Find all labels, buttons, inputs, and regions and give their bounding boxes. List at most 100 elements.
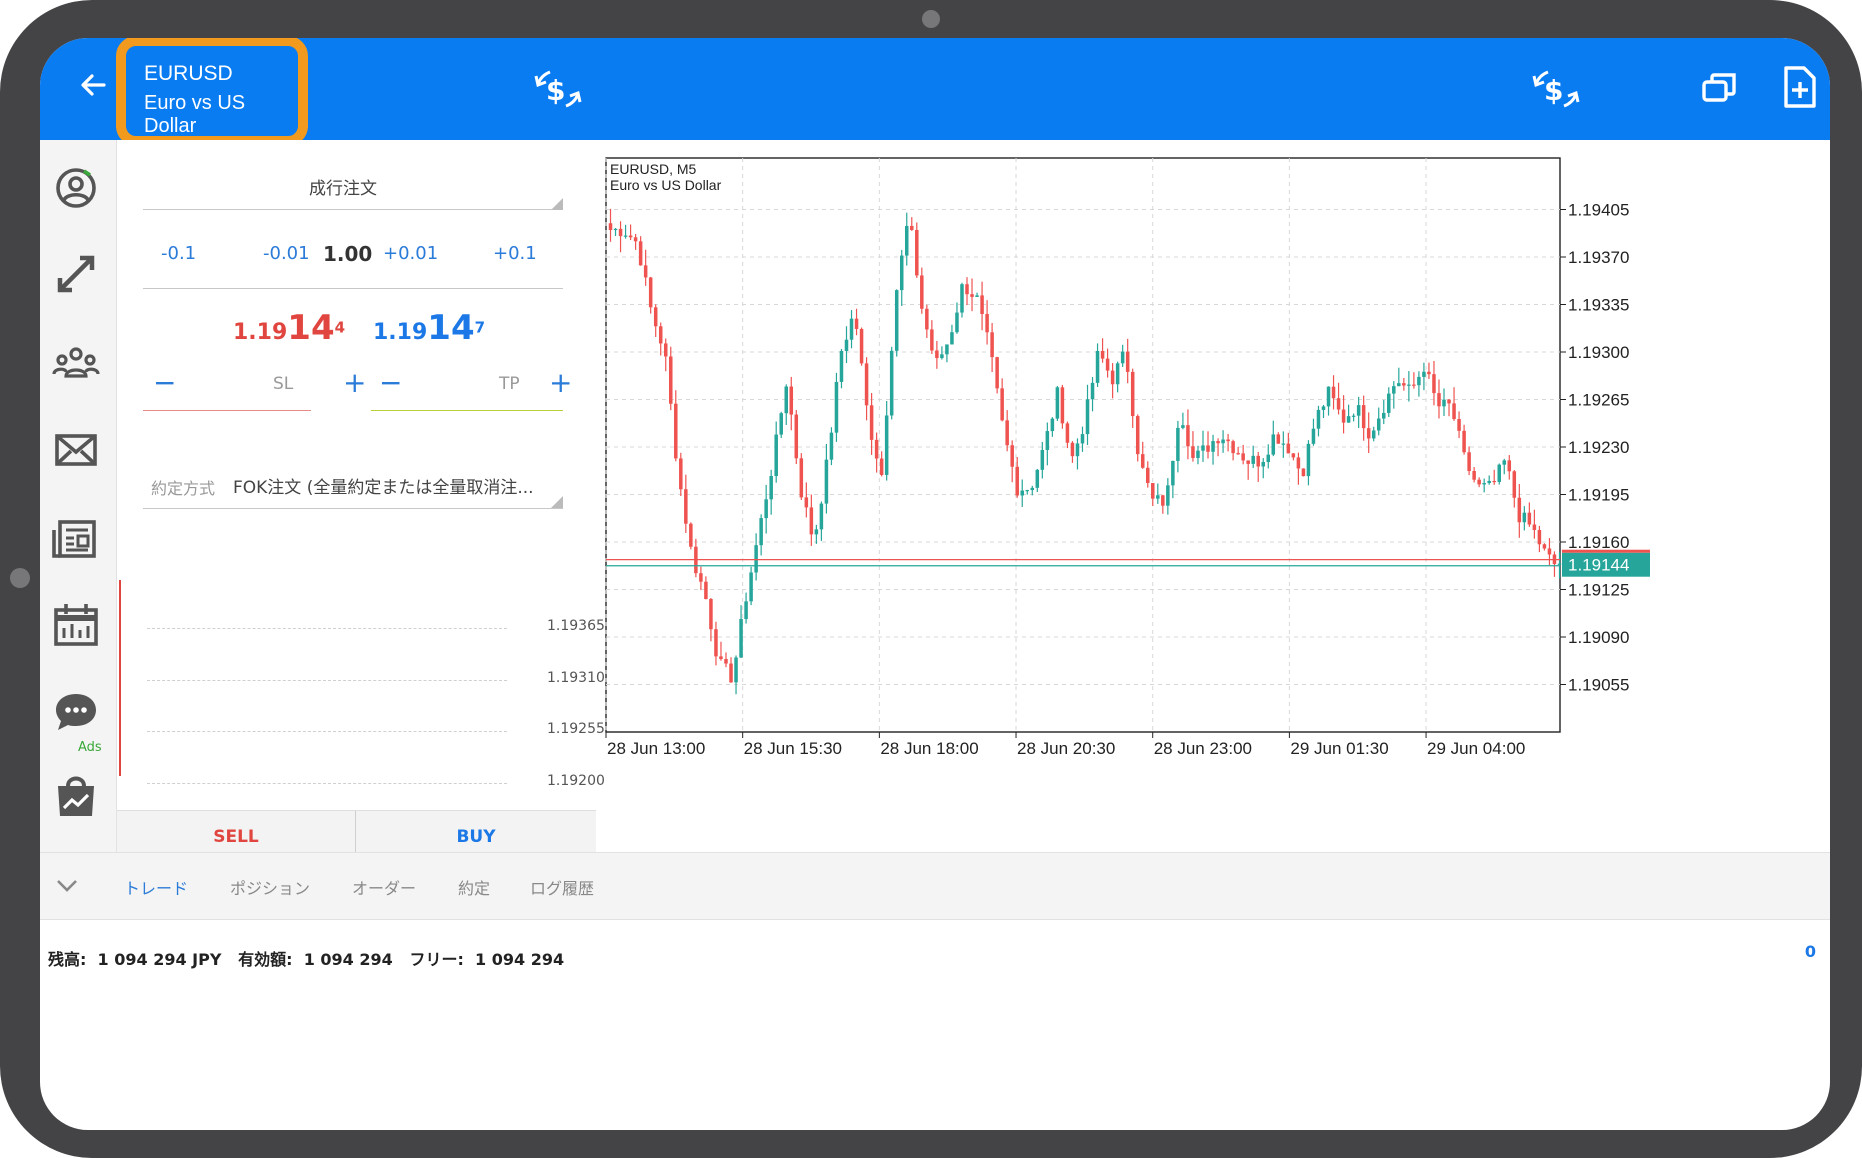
candle-body: [1547, 548, 1552, 555]
candle-body: [1311, 428, 1316, 444]
candle-body: [1432, 374, 1436, 394]
candle-body: [1412, 384, 1416, 386]
y-tick-label: 1.19195: [1568, 486, 1629, 505]
candle-body: [648, 277, 653, 308]
fill-policy-label: 約定方式: [151, 479, 216, 498]
candle-body: [1341, 409, 1346, 423]
candle-body: [669, 356, 673, 404]
candle-body: [1407, 384, 1411, 386]
tab-trade[interactable]: トレード: [124, 875, 188, 899]
candle-body: [1331, 386, 1336, 399]
sl-plus-button[interactable]: +: [343, 366, 366, 399]
candle-body: [1135, 416, 1140, 455]
candle-body: [940, 354, 944, 359]
order-type-select[interactable]: 成行注文: [309, 174, 377, 199]
tab-history[interactable]: ログ履歴: [530, 875, 594, 899]
candle-body: [1371, 430, 1376, 439]
candle-body: [995, 357, 999, 389]
candle-body: [719, 656, 723, 660]
candle-body: [1402, 383, 1406, 386]
candle-body: [1291, 453, 1296, 458]
y-tick-label: 1.19335: [1568, 296, 1629, 315]
chat-icon[interactable]: [50, 686, 102, 738]
tick-grid-line: [147, 680, 507, 681]
trade-icon[interactable]: [50, 248, 102, 300]
community-icon[interactable]: [50, 336, 102, 388]
candle-body: [814, 529, 819, 535]
candle-body: [1045, 431, 1050, 451]
candle-body: [1090, 382, 1095, 400]
svg-text:$: $: [546, 74, 565, 107]
price-chart[interactable]: 1.19405 1.19370 1.19335 1.19300 1.19265 1.192…: [596, 140, 1830, 856]
candle-body: [1015, 466, 1019, 496]
market-icon[interactable]: [50, 770, 102, 822]
candle-body: [884, 415, 889, 475]
sell-price: 1.19144: [233, 308, 346, 348]
candle-body: [1181, 425, 1185, 428]
dropdown-corner-icon: [551, 198, 563, 210]
calendar-icon[interactable]: [50, 600, 102, 652]
news-icon[interactable]: [50, 512, 102, 564]
candle-body: [1472, 470, 1476, 480]
volume-minus-0-01-button[interactable]: -0.01: [263, 243, 310, 264]
y-tick-label: 1.19265: [1568, 391, 1629, 410]
volume-minus-0-1-button[interactable]: -0.1: [161, 243, 196, 264]
x-tick-label: 28 Jun 18:00: [880, 739, 978, 758]
candle-body: [674, 403, 678, 459]
candle-body: [1266, 454, 1271, 463]
candle-body: [1462, 430, 1466, 453]
candle-body: [1517, 497, 1522, 523]
symbol-selector[interactable]: EURUSD Euro vs US Dollar: [116, 38, 308, 146]
tick-chart: 1.19365 1.19310 1.19255 1.19200: [117, 560, 605, 810]
candle-body: [1186, 425, 1190, 447]
left-navigation: Ads: [40, 140, 117, 852]
candle-body: [1422, 371, 1426, 377]
candle-body: [1161, 495, 1165, 506]
tab-positions[interactable]: ポジション: [230, 875, 310, 899]
candle-body: [935, 350, 939, 359]
candle-body: [779, 413, 783, 435]
candle-body: [910, 225, 914, 230]
candle-body: [945, 344, 949, 355]
candle-body: [1030, 487, 1035, 491]
candle-body: [1492, 480, 1496, 483]
chart-canvas[interactable]: 1.19405 1.19370 1.19335 1.19300 1.19265 1.192…: [596, 140, 1830, 856]
tick-grid-line: [147, 731, 507, 732]
exchange-dollar-icon[interactable]: $: [532, 62, 586, 120]
tab-deals[interactable]: 約定: [458, 875, 490, 899]
chevron-down-icon[interactable]: [54, 875, 80, 901]
windows-icon[interactable]: [1700, 68, 1740, 112]
candle-body: [1306, 443, 1311, 477]
exchange-dollar-icon[interactable]: $: [1530, 62, 1584, 120]
candle-body: [1120, 351, 1125, 364]
tp-input[interactable]: TP: [499, 374, 520, 394]
volume-input[interactable]: 1.00: [323, 242, 372, 266]
tick-grid-line: [147, 783, 507, 784]
new-order-icon[interactable]: [1780, 64, 1820, 114]
candle-body: [804, 497, 809, 508]
candle-body: [613, 228, 618, 231]
candle-body: [990, 332, 994, 358]
sl-input[interactable]: SL: [273, 374, 293, 394]
mail-icon[interactable]: [50, 424, 102, 476]
tab-orders[interactable]: オーダー: [352, 875, 416, 899]
tp-minus-button[interactable]: −: [379, 366, 402, 399]
volume-plus-0-01-button[interactable]: +0.01: [383, 243, 438, 264]
sell-button-title: SELL: [213, 827, 259, 847]
tp-plus-button[interactable]: +: [549, 366, 572, 399]
candle-body: [774, 434, 778, 476]
candle-body: [1527, 512, 1532, 525]
candle-body: [1055, 387, 1060, 419]
ask-marker: [1562, 549, 1650, 553]
candle-body: [1316, 409, 1321, 429]
volume-plus-0-1-button[interactable]: +0.1: [493, 243, 537, 264]
candle-body: [1427, 371, 1431, 375]
fill-policy-select[interactable]: FOK注文 (全量約定または全量取消注...: [233, 473, 534, 498]
arrow-left-icon[interactable]: [78, 70, 108, 107]
sl-minus-button[interactable]: −: [153, 366, 176, 399]
candle-body: [1397, 383, 1401, 387]
account-icon[interactable]: [50, 162, 102, 214]
x-tick-label: 29 Jun 04:00: [1427, 739, 1525, 758]
x-tick-label: 28 Jun 13:00: [607, 739, 705, 758]
candle-body: [1387, 393, 1391, 413]
